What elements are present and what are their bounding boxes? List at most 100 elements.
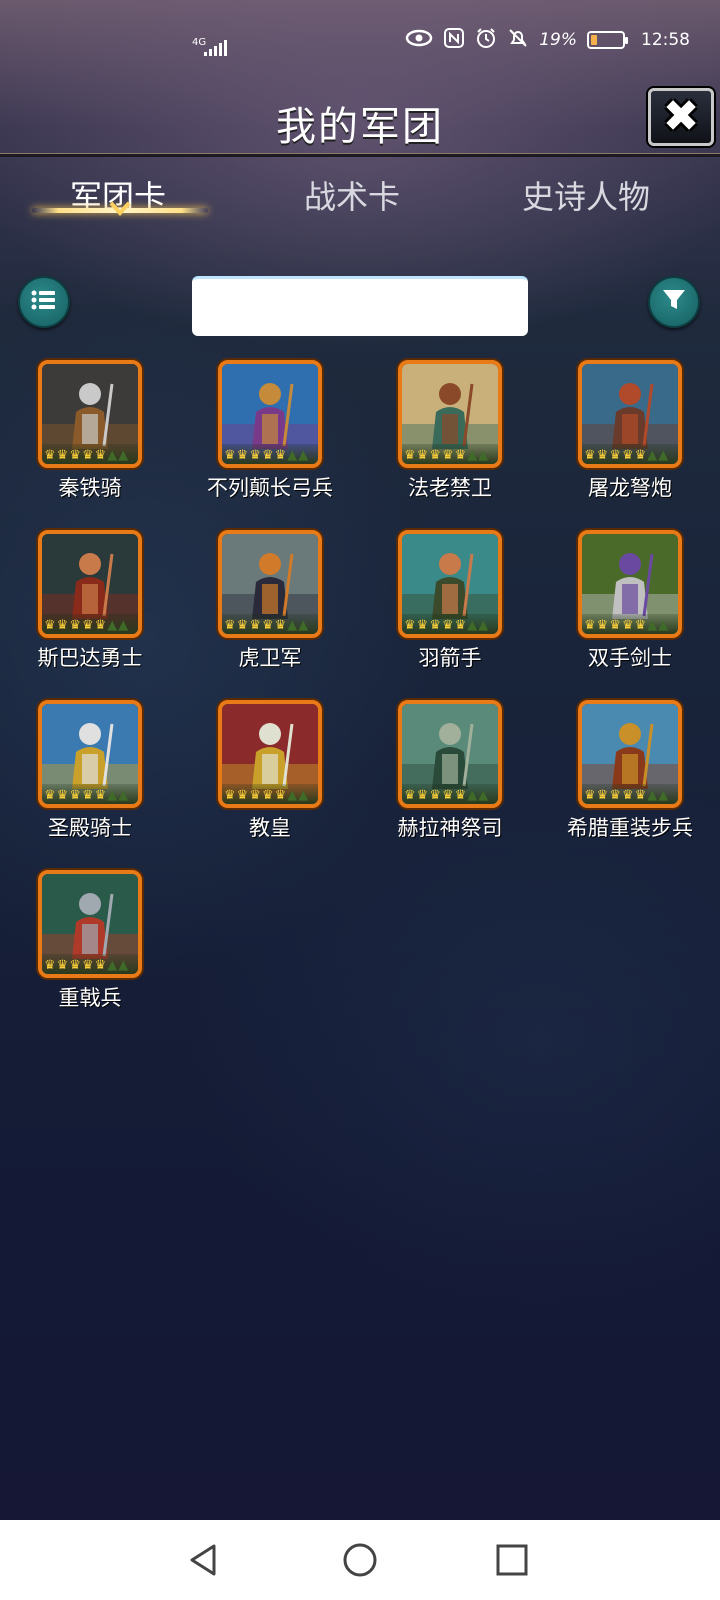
- crown-icon: ♛: [94, 448, 107, 463]
- tab-tactic-cards[interactable]: 战术卡: [252, 172, 452, 218]
- card-name: 不列颠长弓兵: [207, 476, 333, 500]
- card-rank-strip: ♛ ♛ ♛ ♛ ♛ ▲ ▲: [42, 954, 138, 974]
- grass-icon: ▲: [478, 618, 489, 633]
- crown-icon: ♛: [81, 448, 94, 463]
- crown-icon: ♛: [56, 618, 69, 633]
- crown-icon: ♛: [621, 618, 634, 633]
- crown-icon: ♛: [56, 958, 69, 973]
- card-portrait-frame: ♛ ♛ ♛ ♛ ♛ ▲ ▲: [398, 360, 502, 468]
- crown-icon: ♛: [274, 618, 287, 633]
- home-icon: [342, 1543, 378, 1582]
- crown-icon: ♛: [596, 788, 609, 803]
- crown-icon: ♛: [224, 788, 236, 803]
- page-title: 我的军团: [276, 104, 444, 150]
- alarm-icon: [475, 27, 497, 54]
- crown-icon: ♛: [454, 448, 467, 463]
- crown-icon: ♛: [609, 618, 621, 633]
- card-name: 双手剑士: [588, 646, 672, 670]
- grass-icon: ▲: [118, 448, 129, 463]
- grass-icon: ▲: [298, 448, 309, 463]
- card-name: 希腊重装步兵: [567, 816, 693, 840]
- crown-icon: ♛: [224, 448, 236, 463]
- crown-icon: ♛: [44, 618, 56, 633]
- crown-icon: ♛: [69, 618, 81, 633]
- home-button[interactable]: [342, 1542, 378, 1578]
- crown-icon: ♛: [416, 788, 429, 803]
- toolbar: [0, 270, 720, 336]
- crown-icon: ♛: [44, 958, 56, 973]
- header-divider: [0, 153, 720, 157]
- crown-icon: ♛: [621, 448, 634, 463]
- legion-card[interactable]: ♛ ♛ ♛ ♛ ♛ ▲ ▲ 虎卫军: [180, 530, 360, 680]
- card-portrait-frame: ♛ ♛ ♛ ♛ ♛ ▲ ▲: [38, 700, 142, 808]
- list-view-button[interactable]: [18, 276, 70, 328]
- filter-button[interactable]: [648, 276, 700, 328]
- grass-icon: ▲: [107, 448, 118, 463]
- crown-icon: ♛: [249, 788, 261, 803]
- legion-card[interactable]: ♛ ♛ ♛ ♛ ♛ ▲ ▲ 秦铁骑: [0, 360, 180, 510]
- crown-icon: ♛: [416, 618, 429, 633]
- legion-card[interactable]: ♛ ♛ ♛ ♛ ♛ ▲ ▲ 不列颠长弓兵: [180, 360, 360, 510]
- grass-icon: ▲: [118, 958, 129, 973]
- crown-icon: ♛: [94, 958, 107, 973]
- card-portrait-frame: ♛ ♛ ♛ ♛ ♛ ▲ ▲: [218, 360, 322, 468]
- signal-indicator: 4G: [192, 38, 227, 56]
- grass-icon: ▲: [118, 788, 129, 803]
- card-rank-strip: ♛ ♛ ♛ ♛ ♛ ▲ ▲: [42, 444, 138, 464]
- crown-icon: ♛: [249, 448, 261, 463]
- legion-card[interactable]: ♛ ♛ ♛ ♛ ♛ ▲ ▲ 重戟兵: [0, 870, 180, 1020]
- card-portrait-frame: ♛ ♛ ♛ ♛ ♛ ▲ ▲: [218, 530, 322, 638]
- crown-icon: ♛: [584, 448, 596, 463]
- crown-icon: ♛: [596, 448, 609, 463]
- card-name: 赫拉神祭司: [397, 816, 503, 840]
- back-button[interactable]: [186, 1542, 222, 1578]
- legion-card[interactable]: ♛ ♛ ♛ ♛ ♛ ▲ ▲ 希腊重装步兵: [540, 700, 720, 850]
- legion-card[interactable]: ♛ ♛ ♛ ♛ ♛ ▲ ▲ 斯巴达勇士: [0, 530, 180, 680]
- grass-icon: ▲: [658, 788, 669, 803]
- close-icon: ✖: [662, 91, 700, 142]
- grass-icon: ▲: [107, 958, 118, 973]
- crown-icon: ♛: [94, 788, 107, 803]
- legion-card[interactable]: ♛ ♛ ♛ ♛ ♛ ▲ ▲ 教皇: [180, 700, 360, 850]
- legion-card[interactable]: ♛ ♛ ♛ ♛ ♛ ▲ ▲ 羽箭手: [360, 530, 540, 680]
- crown-icon: ♛: [236, 618, 249, 633]
- legion-card[interactable]: ♛ ♛ ♛ ♛ ♛ ▲ ▲ 双手剑士: [540, 530, 720, 680]
- card-rank-strip: ♛ ♛ ♛ ♛ ♛ ▲ ▲: [222, 614, 318, 634]
- grass-icon: ▲: [118, 618, 129, 633]
- card-rank-strip: ♛ ♛ ♛ ♛ ♛ ▲ ▲: [402, 444, 498, 464]
- battery-percent: 19%: [539, 30, 577, 50]
- legion-card[interactable]: ♛ ♛ ♛ ♛ ♛ ▲ ▲ 圣殿骑士: [0, 700, 180, 850]
- tab-epic-heroes[interactable]: 史诗人物: [486, 172, 686, 218]
- legion-card[interactable]: ♛ ♛ ♛ ♛ ♛ ▲ ▲ 赫拉神祭司: [360, 700, 540, 850]
- filter-icon: [661, 288, 687, 316]
- grass-icon: ▲: [298, 618, 309, 633]
- crown-icon: ♛: [44, 448, 56, 463]
- recents-icon: [494, 1544, 530, 1582]
- back-icon: [186, 1544, 222, 1582]
- legion-card[interactable]: ♛ ♛ ♛ ♛ ♛ ▲ ▲ 屠龙弩炮: [540, 360, 720, 510]
- crown-icon: ♛: [249, 618, 261, 633]
- close-button[interactable]: ✖: [648, 88, 714, 146]
- battery-icon: [587, 31, 628, 49]
- grass-icon: ▲: [647, 788, 658, 803]
- crown-icon: ♛: [634, 788, 647, 803]
- crown-icon: ♛: [69, 448, 81, 463]
- header: 我的军团 ✖: [0, 80, 720, 157]
- crown-icon: ♛: [596, 618, 609, 633]
- recents-button[interactable]: [494, 1542, 530, 1578]
- card-rank-strip: ♛ ♛ ♛ ♛ ♛ ▲ ▲: [582, 784, 678, 804]
- crown-icon: ♛: [224, 618, 236, 633]
- grass-icon: ▲: [107, 788, 118, 803]
- card-portrait-frame: ♛ ♛ ♛ ♛ ♛ ▲ ▲: [398, 700, 502, 808]
- grass-icon: ▲: [298, 788, 309, 803]
- grass-icon: ▲: [647, 448, 658, 463]
- crown-icon: ♛: [609, 448, 621, 463]
- card-portrait-frame: ♛ ♛ ♛ ♛ ♛ ▲ ▲: [38, 360, 142, 468]
- crown-icon: ♛: [274, 788, 287, 803]
- search-input[interactable]: [192, 276, 528, 336]
- crown-icon: ♛: [81, 788, 94, 803]
- crown-icon: ♛: [429, 448, 441, 463]
- crown-icon: ♛: [454, 788, 467, 803]
- card-rank-strip: ♛ ♛ ♛ ♛ ♛ ▲ ▲: [42, 614, 138, 634]
- legion-card[interactable]: ♛ ♛ ♛ ♛ ♛ ▲ ▲ 法老禁卫: [360, 360, 540, 510]
